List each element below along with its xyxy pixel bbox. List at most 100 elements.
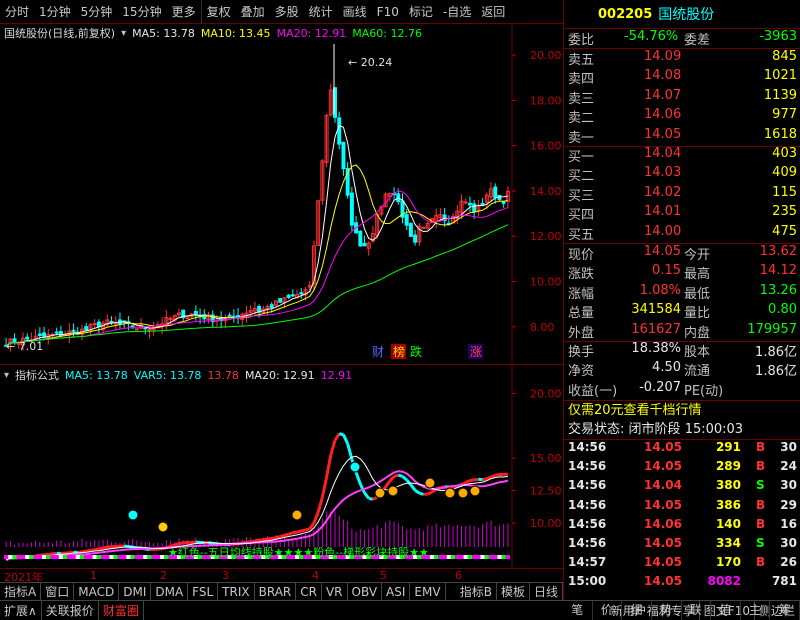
tick-price: 14.05 (644, 440, 682, 454)
right-tab[interactable]: 指标B (456, 583, 497, 600)
toolbar-item[interactable]: 5分钟 (76, 0, 118, 24)
strip-cell (429, 555, 435, 559)
candle-body (362, 242, 367, 247)
asks-label: 卖四 (568, 72, 595, 88)
indicator-panel[interactable]: 20.00 15.00 12.50 10.00 ▾ 指标公式 MA5: 13.78 V… (0, 364, 563, 569)
strip-cell (155, 555, 161, 559)
candle-body (349, 192, 354, 226)
strip-cell (434, 555, 439, 559)
ma5-legend: MA5: 13.78 (132, 26, 195, 40)
weibi-label: 委比 (568, 33, 595, 48)
ind-ma5-segment (284, 532, 289, 537)
asks-volume: 845 (772, 49, 797, 64)
indicator-tab[interactable]: FSL (188, 583, 219, 600)
tick-time: 14:56 (568, 536, 607, 550)
indicator-tab[interactable]: DMA (151, 583, 189, 600)
strip-cell (75, 555, 80, 559)
bids-price: 14.02 (644, 184, 682, 200)
ind-ma5-segment (292, 530, 298, 535)
panel-tab[interactable]: 价 (593, 601, 623, 620)
ma60-line (5, 224, 509, 347)
toolbar-item[interactable]: 更多 (167, 0, 202, 24)
toolbar-item[interactable]: 统计 (304, 0, 338, 24)
toolbar-item[interactable]: 叠加 (236, 0, 270, 24)
indicator-tab[interactable]: TRIX (218, 583, 255, 600)
asks-price: 14.05 (644, 126, 682, 142)
low-label: ← 7.01 (6, 340, 43, 353)
bids-row: 买一 14.04 403 (564, 146, 800, 165)
toolbar-item[interactable]: 返回 (476, 0, 510, 24)
kline-svg[interactable]: 20.00 18.00 16.00 14.00 12.00 10.00 8.00 ← 20.2… (0, 24, 563, 364)
indicator-settings-icon[interactable]: ▾ (4, 370, 9, 381)
toolbar-item[interactable]: -自选 (438, 0, 476, 24)
asks-row: 卖三 14.07 1139 (564, 88, 800, 107)
event-marker: 榜 (393, 344, 405, 359)
ind-ma5-segment (482, 477, 488, 482)
tick-count: 30 (780, 536, 797, 550)
stat-value: 4.50 (652, 360, 681, 376)
strip-cell (497, 555, 502, 559)
ind-ma5-segment (346, 443, 354, 460)
stat-label: 最高 (684, 267, 711, 283)
panel-tab[interactable]: 值 (711, 601, 741, 620)
indicator-tab[interactable]: 窗口 (41, 583, 75, 600)
toolbar-item[interactable]: 15分钟 (117, 0, 166, 24)
indicator-tab[interactable]: DMI (119, 583, 152, 600)
stat-label: 股本 (684, 345, 711, 360)
tick-count: 24 (780, 459, 797, 474)
stat-label: 总量 (568, 306, 595, 322)
strip-cell (472, 555, 477, 559)
date-tick: 4 (312, 569, 319, 582)
toolbar-item[interactable]: 1分钟 (34, 0, 76, 24)
ind-ma5-legend: MA5: 13.78 (65, 368, 128, 382)
strip-cell (29, 555, 34, 559)
bottom-tab[interactable]: 扩展∧ (0, 601, 42, 620)
toolbar-item[interactable]: F10 (372, 0, 404, 24)
candle-body (286, 294, 291, 298)
candle-body (92, 323, 97, 326)
toolbar-item[interactable]: 复权 (202, 0, 236, 24)
tick-time: 14:56 (568, 497, 607, 512)
right-tab[interactable]: 日线 (530, 583, 563, 600)
indicator-svg[interactable]: 20.00 15.00 12.50 10.00 (0, 365, 563, 569)
indicator-tab[interactable]: EMV (410, 583, 446, 600)
indicator-tab[interactable]: 指标A (0, 583, 42, 600)
indicator-tab[interactable]: CR (296, 583, 322, 600)
strip-cell (501, 555, 506, 559)
strip-cell (138, 555, 144, 559)
panel-tab[interactable]: 笔 (563, 601, 593, 620)
asks-label: 卖五 (568, 53, 595, 68)
panel-tab[interactable]: 主 (741, 601, 771, 620)
ind-ma5-segment (320, 477, 329, 498)
event-marker: 跌 (410, 344, 422, 359)
asks-label: 卖三 (568, 91, 595, 107)
indicator-tab[interactable]: ASI (382, 583, 411, 600)
toolbar-item[interactable]: 分时 (0, 0, 34, 24)
settings-icon[interactable]: ▾ (121, 28, 126, 39)
indicator-tab[interactable]: BRAR (255, 583, 297, 600)
panel-tab[interactable]: 筹 (770, 601, 800, 620)
panel-tab[interactable]: 势 (652, 601, 682, 620)
toolbar-item[interactable]: 标记 (404, 0, 438, 24)
indicator-tab[interactable]: MACD (74, 583, 120, 600)
candle-body (193, 310, 198, 316)
kline-chart[interactable]: 20.00 18.00 16.00 14.00 12.00 10.00 8.00 ← 20.2… (0, 24, 563, 364)
quote-header: 002205 国统股份 (564, 0, 800, 28)
right-tab[interactable]: 模板 (497, 583, 530, 600)
indicator-tab[interactable]: VR (322, 583, 348, 600)
toolbar-item[interactable]: 多股 (270, 0, 304, 24)
candle-body (480, 203, 485, 206)
bottom-tab[interactable]: 财富圈 (99, 601, 144, 620)
tick-side: B (756, 555, 766, 570)
stat-row: 净资 4.50 流通 1.86亿 (564, 360, 800, 379)
panel-tab[interactable]: 细 (622, 601, 652, 620)
bottom-tab[interactable]: 关联报价 (42, 601, 99, 620)
panel-tab[interactable]: 联 (682, 601, 712, 620)
signal-circle (469, 485, 481, 497)
stat-value: 1.86亿 (755, 345, 797, 360)
toolbar-item[interactable]: 画线 (338, 0, 372, 24)
candle-body (493, 186, 498, 198)
stat-label: 净资 (568, 364, 595, 380)
promo-banner[interactable]: 仅需20元查看千档行情 (564, 400, 800, 420)
indicator-tab[interactable]: OBV (348, 583, 383, 600)
